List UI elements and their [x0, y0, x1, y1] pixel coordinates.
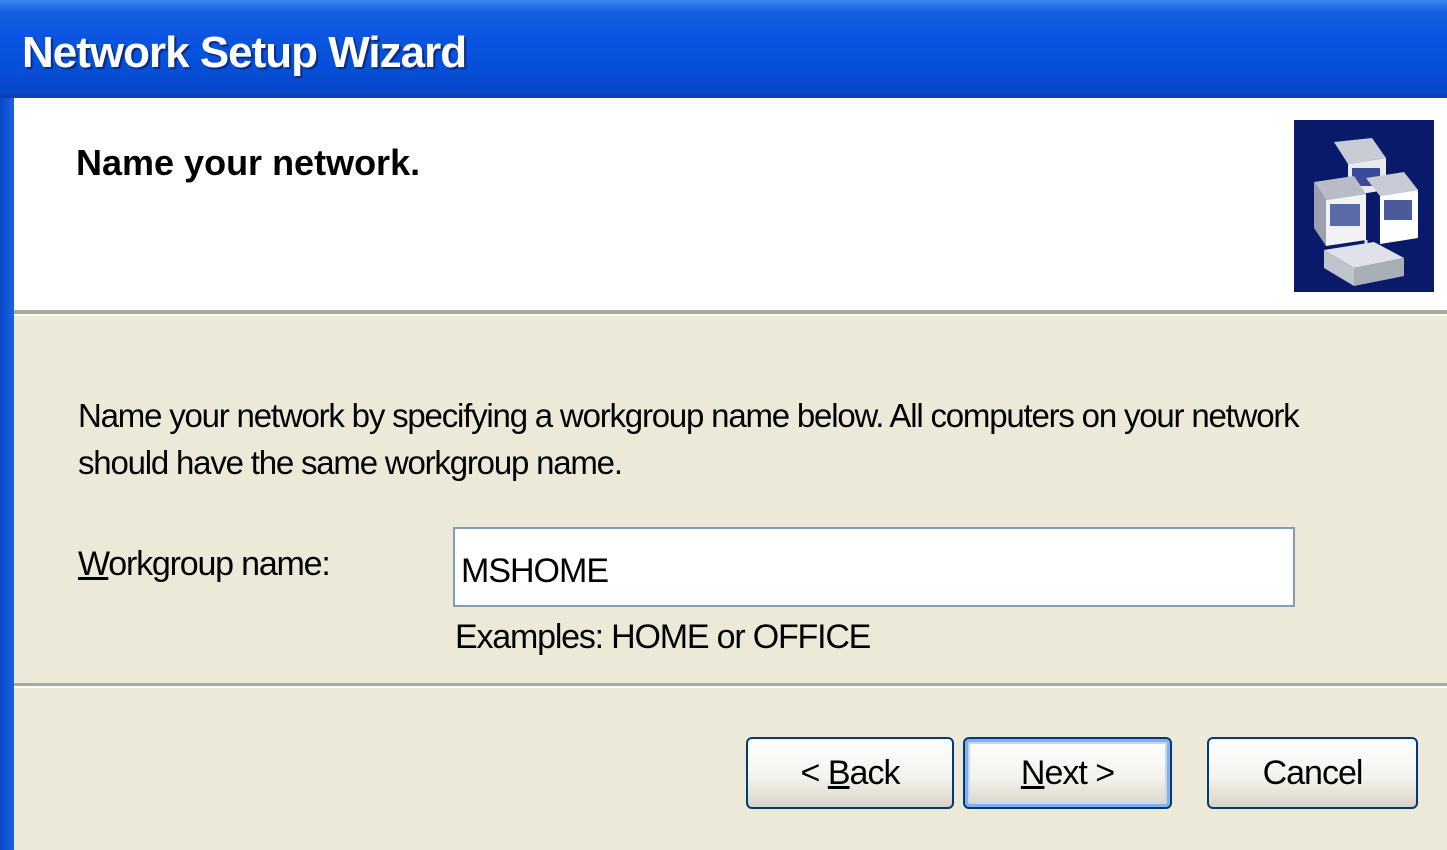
workgroup-label-text: orkgroup name:: [108, 545, 331, 583]
workgroup-label-mnemonic: W: [78, 545, 109, 583]
workgroup-name-input[interactable]: [453, 527, 1295, 607]
next-button-label: ext >: [1044, 753, 1115, 792]
window-title: Network Setup Wizard: [22, 28, 467, 77]
examples-hint: Examples: HOME or OFFICE: [455, 618, 871, 656]
back-button-mnemonic: B: [827, 753, 851, 792]
wizard-header: Name your network.: [14, 98, 1447, 310]
cancel-button[interactable]: Cancel: [1207, 737, 1418, 809]
back-button[interactable]: < Back: [746, 737, 954, 809]
next-button-mnemonic: N: [1020, 753, 1046, 792]
instructions-text: Name your network by specifying a workgr…: [78, 397, 1300, 481]
back-button-prefix: <: [800, 753, 828, 792]
workgroup-name-label: Workgroup name:: [78, 545, 331, 584]
footer-divider: [14, 683, 1447, 688]
back-button-label: ack: [849, 753, 901, 792]
header-divider: [14, 310, 1447, 316]
title-bar[interactable]: Network Setup Wizard: [0, 0, 1447, 98]
next-button[interactable]: Next >: [963, 737, 1172, 809]
wizard-window: Network Setup Wizard Name your network.: [0, 0, 1447, 850]
window-left-border: [0, 98, 14, 850]
page-title: Name your network.: [76, 142, 421, 183]
network-computers-icon: [1294, 120, 1434, 292]
